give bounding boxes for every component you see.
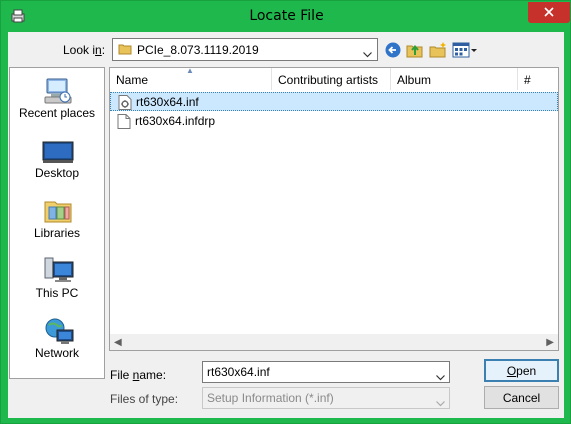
title-bar[interactable]: Locate File <box>1 1 571 32</box>
recent-places-icon <box>41 76 75 106</box>
file-type-label: Files of type: <box>110 392 179 406</box>
file-name: rt630x64.infdrp <box>135 114 216 128</box>
file-name-value: rt630x64.inf <box>207 365 270 379</box>
column-header-album[interactable]: Album <box>391 68 518 90</box>
place-desktop[interactable]: Desktop <box>10 130 104 190</box>
this-pc-icon <box>41 256 75 286</box>
close-icon <box>544 7 554 17</box>
desktop-icon <box>41 136 75 166</box>
column-header-number[interactable]: # <box>518 68 558 90</box>
place-label: This PC <box>35 286 79 300</box>
file-list[interactable]: ▲ Name Contributing artists Album # rt63… <box>109 66 559 349</box>
horizontal-scrollbar[interactable]: ◀ ▶ <box>109 334 559 351</box>
file-icon <box>117 114 131 129</box>
locate-file-dialog: Locate File Look in: PCIe_8.073.1119.201… <box>0 0 571 424</box>
look-in-label: Look in: <box>63 43 106 57</box>
place-label: Network <box>34 346 79 360</box>
open-button[interactable]: Open <box>484 359 559 382</box>
scroll-left-icon[interactable]: ◀ <box>114 337 122 348</box>
network-icon <box>41 316 75 346</box>
close-button[interactable] <box>528 2 570 23</box>
chevron-down-icon[interactable] <box>436 370 445 384</box>
file-row[interactable]: rt630x64.inf <box>110 92 558 111</box>
place-libraries[interactable]: Libraries <box>10 190 104 250</box>
scroll-right-icon[interactable]: ▶ <box>546 337 554 348</box>
up-folder-icon[interactable] <box>406 41 424 59</box>
place-label: Recent places <box>18 106 96 120</box>
cancel-button[interactable]: Cancel <box>484 386 559 409</box>
place-recent-places[interactable]: Recent places <box>10 70 104 130</box>
look-in-dropdown[interactable]: PCIe_8.073.1119.2019 <box>112 38 378 61</box>
place-label: Libraries <box>33 226 81 240</box>
libraries-icon <box>41 196 75 226</box>
file-type-dropdown[interactable]: Setup Information (*.inf) <box>202 387 450 409</box>
column-header-name[interactable]: ▲ Name <box>110 66 272 90</box>
chevron-down-icon <box>436 396 445 410</box>
back-arrow-icon[interactable] <box>384 41 402 59</box>
view-menu-icon[interactable] <box>452 41 478 59</box>
place-label: Desktop <box>34 166 80 180</box>
places-bar: Recent places Desktop Libraries This PC … <box>9 67 105 379</box>
place-network[interactable]: Network <box>10 310 104 370</box>
folder-icon <box>118 42 132 59</box>
file-name: rt630x64.inf <box>136 95 199 109</box>
file-row[interactable]: rt630x64.infdrp <box>110 112 558 131</box>
window-title: Locate File <box>249 8 324 24</box>
file-type-value: Setup Information (*.inf) <box>207 391 334 405</box>
new-folder-icon[interactable] <box>429 41 447 59</box>
place-this-pc[interactable]: This PC <box>10 250 104 310</box>
setup-information-file-icon <box>118 95 132 110</box>
dialog-body: Look in: PCIe_8.073.1119.2019 Recent pla… <box>8 32 564 418</box>
chevron-down-icon <box>363 47 372 61</box>
column-header-contributing-artists[interactable]: Contributing artists <box>272 68 391 90</box>
sort-ascending-icon: ▲ <box>186 66 194 75</box>
file-name-field[interactable]: rt630x64.inf <box>202 361 450 383</box>
look-in-value: PCIe_8.073.1119.2019 <box>137 43 259 57</box>
file-name-label: File name: <box>110 368 167 382</box>
